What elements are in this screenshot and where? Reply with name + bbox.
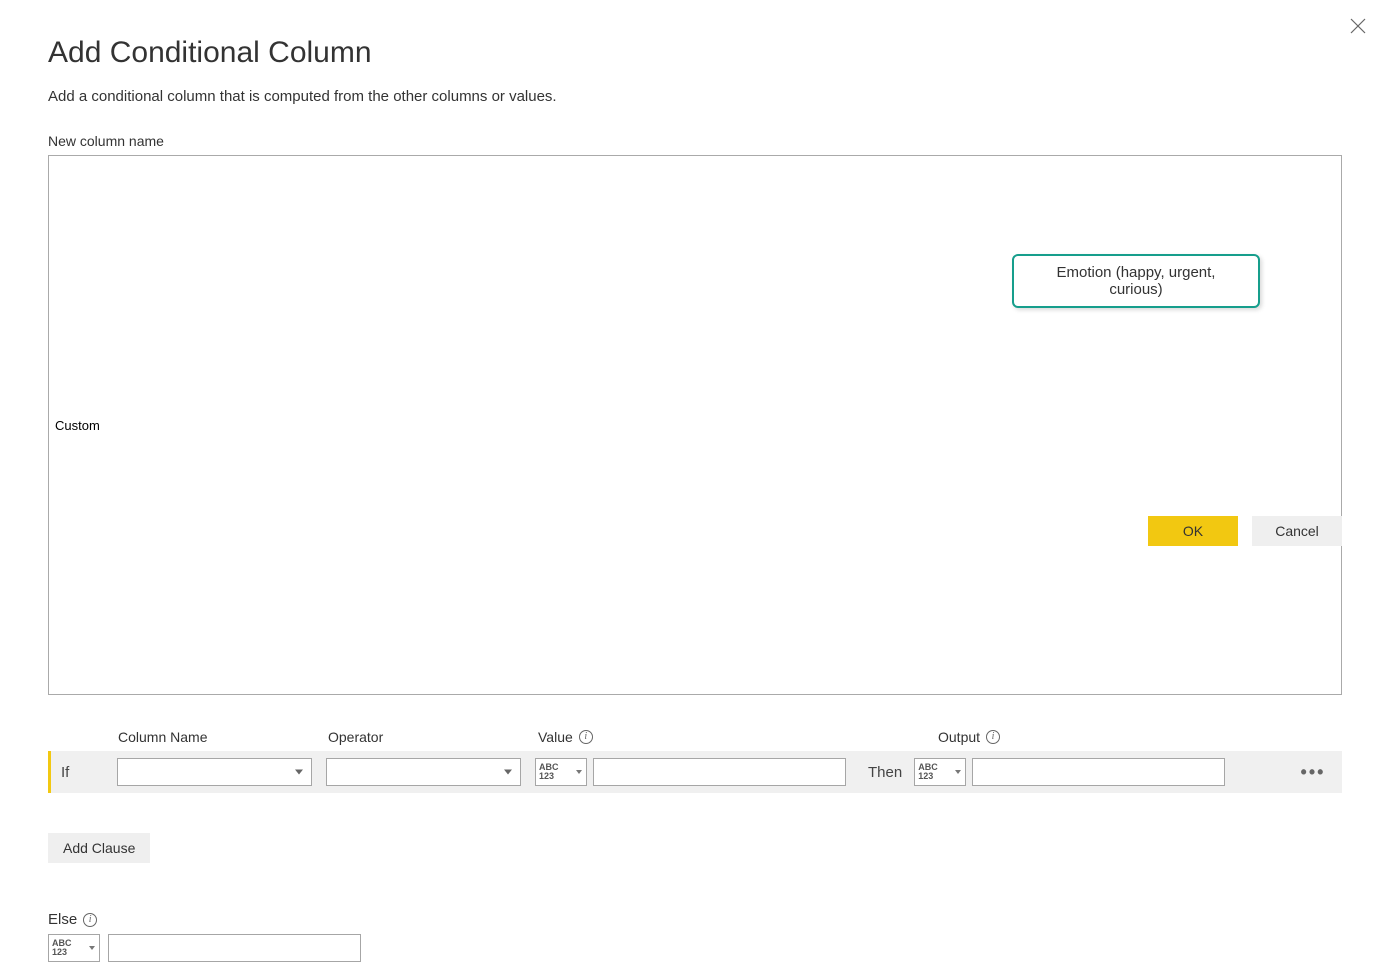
value-input-wrapper (593, 758, 846, 786)
clause-row: If ABC123 Then ABC123 ••• (48, 751, 1342, 793)
operator-dropdown[interactable] (326, 758, 521, 786)
else-type-picker[interactable]: ABC123 (48, 934, 100, 962)
dialog-subtitle: Add a conditional column that is compute… (48, 88, 1342, 105)
else-section: Else i ABC123 (48, 911, 1342, 962)
add-clause-button[interactable]: Add Clause (48, 833, 150, 863)
close-button[interactable] (1348, 16, 1368, 36)
annotation-text: Emotion (happy, urgent, curious) (1057, 264, 1216, 298)
value-input[interactable] (594, 759, 845, 785)
chevron-down-icon (955, 770, 961, 774)
header-value: Value (538, 729, 573, 745)
any-type-icon: ABC123 (539, 763, 559, 781)
output-input-wrapper (972, 758, 1225, 786)
chevron-down-icon (576, 770, 582, 774)
ellipsis-icon: ••• (1301, 762, 1326, 783)
clause-more-button[interactable]: ••• (1294, 758, 1332, 786)
add-conditional-column-dialog: Add Conditional Column Add a conditional… (0, 0, 1390, 586)
info-icon[interactable]: i (579, 730, 593, 744)
chevron-down-icon (89, 946, 95, 950)
else-value-input[interactable] (108, 934, 361, 962)
column-name-dropdown[interactable] (117, 758, 312, 786)
close-icon (1348, 16, 1368, 36)
header-column-name: Column Name (118, 729, 207, 745)
new-column-name-label: New column name (48, 133, 1342, 149)
info-icon[interactable]: i (986, 730, 1000, 744)
chevron-down-icon (504, 770, 512, 775)
else-label: Else (48, 911, 77, 928)
clause-headers: Column Name Operator Value i Output i (48, 729, 1342, 745)
dialog-title: Add Conditional Column (48, 36, 1342, 70)
any-type-icon: ABC123 (52, 939, 72, 957)
info-icon[interactable]: i (83, 913, 97, 927)
value-type-picker[interactable]: ABC123 (535, 758, 587, 786)
then-label: Then (856, 764, 914, 781)
output-input[interactable] (973, 759, 1224, 785)
if-label: If (55, 764, 117, 781)
cancel-button[interactable]: Cancel (1252, 516, 1342, 546)
ok-button[interactable]: OK (1148, 516, 1238, 546)
chevron-down-icon (295, 770, 303, 775)
annotation-callout: Emotion (happy, urgent, curious) (1012, 254, 1260, 308)
header-output: Output (938, 729, 980, 745)
any-type-icon: ABC123 (918, 763, 938, 781)
dialog-footer: OK Cancel (1148, 516, 1342, 546)
new-column-name-input[interactable] (48, 155, 1342, 695)
header-operator: Operator (328, 729, 383, 745)
output-type-picker[interactable]: ABC123 (914, 758, 966, 786)
